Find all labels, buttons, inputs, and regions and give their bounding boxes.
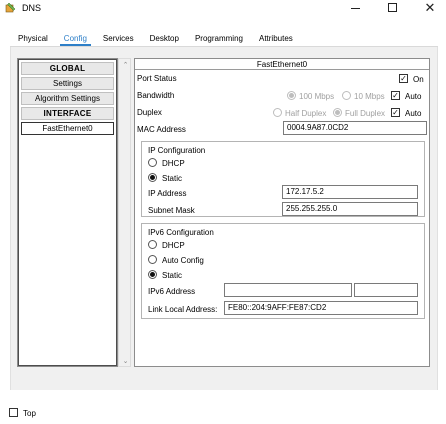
bandwidth-10-radio[interactable] [342, 91, 351, 100]
ipv6-prefix-field[interactable] [354, 283, 418, 297]
app-icon [5, 2, 16, 13]
duplex-auto-checkbox[interactable]: ✓ [391, 108, 400, 117]
port-status-label: Port Status [137, 74, 177, 83]
interface-pane: FastEthernet0 Port Status ✓ On Bandwidth… [134, 58, 430, 367]
tab-attributes[interactable]: Attributes [251, 31, 301, 46]
subnet-mask-label: Subnet Mask [148, 206, 195, 215]
ip-static-radio[interactable] [148, 173, 157, 182]
link-local-label: Link Local Address: [148, 305, 218, 314]
radio-dot [289, 93, 294, 98]
bandwidth-auto-label: Auto [405, 92, 422, 101]
duplex-label: Duplex [137, 108, 162, 117]
sidebar-item-settings[interactable]: Settings [21, 77, 114, 90]
scroll-down-icon[interactable]: ⌄ [121, 356, 130, 365]
tab-services[interactable]: Services [95, 31, 142, 46]
mac-address-label: MAC Address [137, 125, 186, 134]
radio-dot [150, 175, 155, 180]
ip-dhcp-radio[interactable] [148, 158, 157, 167]
sidebar-header-global: GLOBAL [21, 62, 114, 75]
ipv6-auto-config-label: Auto Config [162, 256, 204, 265]
ip-config-group: IP Configuration DHCP Static IP Address … [141, 141, 425, 217]
ipv6-dhcp-radio[interactable] [148, 240, 157, 249]
ip-config-title: IP Configuration [148, 146, 206, 155]
sidebar-item-algorithm-settings[interactable]: Algorithm Settings [21, 92, 114, 105]
radio-dot [335, 110, 340, 115]
close-button[interactable]: ✕ [415, 0, 445, 15]
sidebar-header-interface: INTERFACE [21, 107, 114, 120]
sidebar-list: GLOBAL Settings Algorithm Settings INTER… [17, 58, 118, 367]
scroll-up-icon[interactable]: ⌃ [121, 60, 130, 69]
ipv6-address-field[interactable] [224, 283, 352, 297]
bandwidth-10-label: 10 Mbps [354, 92, 385, 101]
tab-bar: Physical Config Services Desktop Program… [10, 31, 301, 46]
title-bar: DNS ✕ [0, 0, 446, 15]
maximize-button[interactable] [377, 0, 407, 15]
half-duplex-radio[interactable] [273, 108, 282, 117]
subnet-mask-field[interactable]: 255.255.255.0 [282, 202, 418, 216]
close-icon: ✕ [424, 0, 436, 15]
minimize-button[interactable] [340, 0, 370, 15]
bandwidth-label: Bandwidth [137, 91, 175, 100]
ipv6-config-title: IPv6 Configuration [148, 228, 214, 237]
ipv6-dhcp-label: DHCP [162, 241, 185, 250]
sidebar-item-fastethernet0[interactable]: FastEthernet0 [21, 122, 114, 135]
radio-dot [150, 272, 155, 277]
bandwidth-100-label: 100 Mbps [299, 92, 335, 101]
ipv6-auto-config-radio[interactable] [148, 255, 157, 264]
ipv6-static-label: Static [162, 271, 183, 280]
sidebar-scrollbar[interactable]: ⌃ ⌄ [118, 58, 131, 367]
full-duplex-label: Full Duplex [345, 109, 386, 118]
ipv6-config-group: IPv6 Configuration DHCP Auto Config Stat… [141, 223, 425, 319]
half-duplex-label: Half Duplex [285, 109, 327, 118]
tab-desktop[interactable]: Desktop [142, 31, 187, 46]
ip-dhcp-label: DHCP [162, 159, 185, 168]
ipv6-static-radio[interactable] [148, 270, 157, 279]
bandwidth-auto-checkbox[interactable]: ✓ [391, 91, 400, 100]
top-label: Top [23, 409, 36, 418]
maximize-icon [387, 3, 397, 12]
duplex-auto-label: Auto [405, 109, 422, 118]
bandwidth-100-radio[interactable] [287, 91, 296, 100]
sidebar-frame: GLOBAL Settings Algorithm Settings INTER… [18, 59, 117, 366]
ip-static-label: Static [162, 174, 183, 183]
port-status-on-label: On [413, 75, 424, 84]
tab-config[interactable]: Config [56, 31, 95, 46]
mac-address-field[interactable]: 0004.9A87.0CD2 [283, 121, 427, 135]
tab-physical[interactable]: Physical [10, 31, 56, 46]
full-duplex-radio[interactable] [333, 108, 342, 117]
ipv6-address-label: IPv6 Address [148, 287, 196, 296]
ip-address-field[interactable]: 172.17.5.2 [282, 185, 418, 199]
tab-programming[interactable]: Programming [187, 31, 251, 46]
port-status-checkbox[interactable]: ✓ [399, 74, 408, 83]
ip-address-label: IP Address [148, 189, 187, 198]
window-title: DNS [22, 3, 42, 13]
interface-title: FastEthernet0 [135, 59, 429, 70]
top-checkbox[interactable] [9, 408, 18, 417]
minimize-icon [350, 8, 360, 9]
link-local-field[interactable]: FE80::204:9AFF:FE87:CD2 [224, 301, 418, 315]
